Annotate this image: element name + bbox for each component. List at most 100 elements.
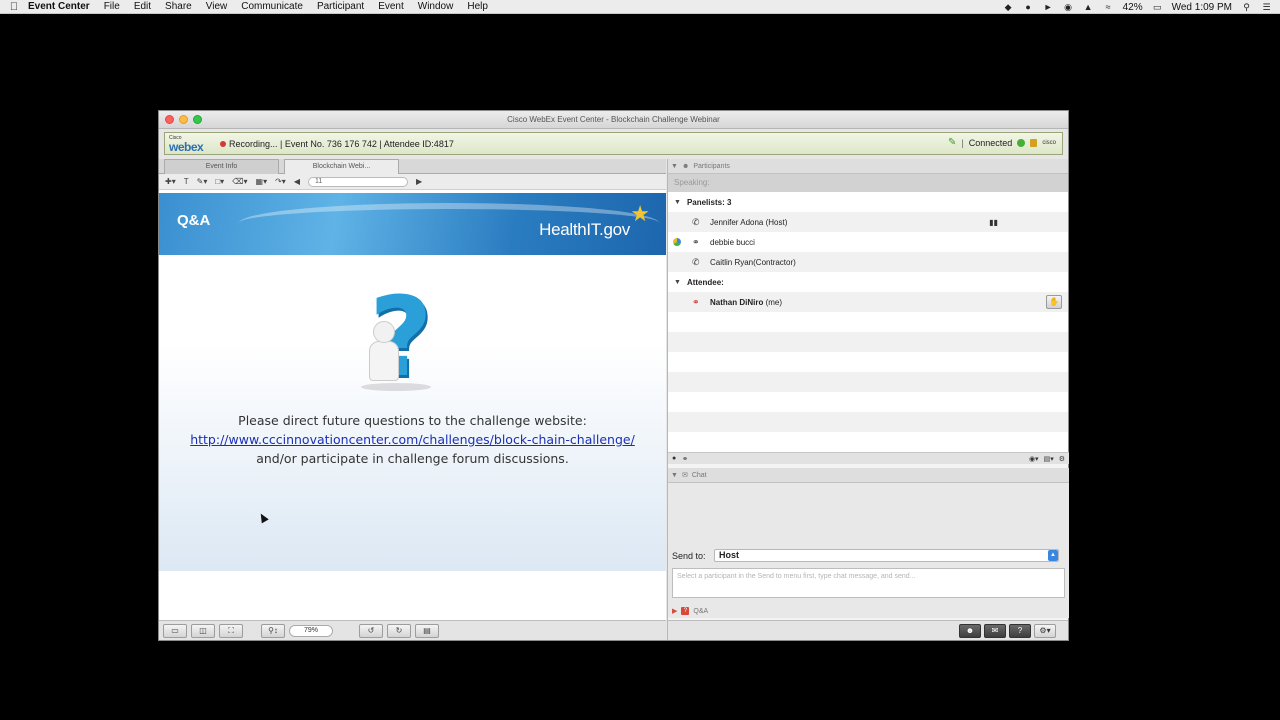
connection-text: Connected xyxy=(968,137,1013,148)
participant-name: debbie bucci xyxy=(710,237,755,247)
list-options-icon[interactable]: ▤▾ xyxy=(1044,455,1054,463)
close-window-button[interactable] xyxy=(165,115,174,124)
participant-row-me[interactable]: ⚭ Nathan DiNiro (me) ✋ xyxy=(668,292,1068,312)
menubar-status-area: ◆ ● ► ◉ ▲ ≈ 42% ▭ Wed 1:09 PM ⚲ ☰ xyxy=(1003,0,1272,14)
send-to-select[interactable]: Host ▲ xyxy=(714,549,1059,562)
text-tool-icon[interactable]: T xyxy=(184,177,189,186)
panelists-group[interactable]: ▼ Panelists: 3 xyxy=(668,192,1068,212)
pen-tool-icon[interactable]: ✎▾ xyxy=(197,177,208,186)
window-controls xyxy=(165,115,202,124)
status-text: Recording... | Event No. 736 176 742 | A… xyxy=(229,138,454,149)
menubar-clock[interactable]: Wed 1:09 PM xyxy=(1172,2,1232,13)
content-viewer-pane: Event Info Blockchain Webi... ✚▾ T ✎▾ □▾… xyxy=(159,159,666,622)
full-screen-button[interactable]: ⛶ xyxy=(219,623,243,638)
mute-icon[interactable]: ● xyxy=(672,455,676,462)
menu-event[interactable]: Event xyxy=(378,1,404,12)
menu-share[interactable]: Share xyxy=(165,1,192,12)
expand-qa-icon[interactable]: ▶ xyxy=(672,607,677,615)
participants-panel-button[interactable]: ☻ xyxy=(959,624,981,638)
chat-panel: ▼ ✉ Chat Send to: Host ▲ Select a partic… xyxy=(668,468,1069,618)
webex-window: Cisco WebEx Event Center - Blockchain Ch… xyxy=(158,110,1069,641)
menu-window[interactable]: Window xyxy=(418,1,454,12)
panel-options-gear-icon[interactable]: ⚙▾ xyxy=(1034,624,1056,638)
color-tool-icon[interactable]: ▦▾ xyxy=(256,177,268,186)
menu-view[interactable]: View xyxy=(206,1,228,12)
zoom-window-button[interactable] xyxy=(193,115,202,124)
slide-body-text: Please direct future questions to the ch… xyxy=(159,411,666,468)
chat-panel-button[interactable]: ✉ xyxy=(984,624,1006,638)
panelists-label: Panelists: 3 xyxy=(686,197,732,207)
status-icon-4[interactable]: ◉ xyxy=(1063,2,1074,13)
battery-percent[interactable]: 42% xyxy=(1123,2,1143,13)
raise-hand-button[interactable]: ✋ xyxy=(1046,295,1062,309)
expand-attendee-icon[interactable]: ▼ xyxy=(674,279,681,286)
audio-level-icon: ▮▮ xyxy=(989,217,998,227)
mac-menubar:  Event Center File Edit Share View Comm… xyxy=(0,0,1280,14)
eraser-tool-icon[interactable]: ⌫▾ xyxy=(232,177,247,186)
participant-name: Caitlin Ryan(Contractor) xyxy=(710,257,796,267)
tab-event-info[interactable]: Event Info xyxy=(164,159,279,174)
zoom-menu-button[interactable]: ⚲↕ xyxy=(261,623,285,638)
participants-panel-header[interactable]: ▼ ☻ Participants xyxy=(668,159,1068,174)
slide-line-1: Please direct future questions to the ch… xyxy=(238,413,587,428)
participant-row[interactable]: ⚭ debbie bucci xyxy=(668,232,1068,252)
status-icon-5[interactable]: ▲ xyxy=(1083,2,1094,12)
question-mark-illustration: ? xyxy=(361,273,459,401)
status-icon-1[interactable]: ◆ xyxy=(1003,2,1014,13)
side-view-button[interactable]: ◫ xyxy=(191,623,215,638)
wifi-icon[interactable]: ≈ xyxy=(1103,2,1114,12)
rotate-left-button[interactable]: ↺ xyxy=(359,623,383,638)
audio-icon[interactable]: ⚭ xyxy=(682,455,688,463)
attendee-group[interactable]: ▼ Attendee: xyxy=(668,272,1068,292)
page-number-field[interactable]: 11 xyxy=(307,176,408,187)
menu-edit[interactable]: Edit xyxy=(134,1,151,12)
shape-tool-icon[interactable]: □▾ xyxy=(215,177,224,186)
next-page-icon[interactable]: ▶ xyxy=(416,177,422,186)
participant-row[interactable]: ✆ Caitlin Ryan(Contractor) xyxy=(668,252,1068,272)
thumbnail-view-button[interactable]: ▭ xyxy=(163,623,187,638)
participant-list: ▼ Panelists: 3 ✆ Jennifer Adona (Host) ▮… xyxy=(668,192,1068,452)
figure-body xyxy=(369,341,399,381)
microphone-icon[interactable]: ✎ xyxy=(948,137,956,148)
viewer-bottom-toolbar: ▭ ◫ ⛶ ⚲↕ 79% ↺ ↻ ▤ xyxy=(159,620,666,640)
zoom-level-field[interactable]: 79% xyxy=(289,624,333,637)
window-title: Cisco WebEx Event Center - Blockchain Ch… xyxy=(507,115,720,124)
menu-file[interactable]: File xyxy=(104,1,120,12)
pointer-tool-icon[interactable]: ✚▾ xyxy=(165,177,176,186)
qa-panel-header[interactable]: ▶ ? Q&A xyxy=(668,605,1069,617)
slide-title: Q&A xyxy=(177,212,211,229)
battery-icon[interactable]: ▭ xyxy=(1152,2,1163,13)
collapse-chat-icon[interactable]: ▼ xyxy=(671,472,678,479)
arrow-tool-icon[interactable]: ↷▾ xyxy=(275,177,286,186)
expand-panelists-icon[interactable]: ▼ xyxy=(674,199,681,206)
headset-icon: ⚭ xyxy=(692,236,700,247)
send-to-label: Send to: xyxy=(672,551,706,561)
phone-icon: ✆ xyxy=(692,216,700,227)
participants-icon: ☻ xyxy=(681,162,690,170)
chat-message-input[interactable]: Select a participant in the Send to menu… xyxy=(672,568,1065,598)
notification-center-icon[interactable]: ☰ xyxy=(1261,2,1272,13)
apple-menu-icon[interactable]:  xyxy=(0,1,28,13)
settings-gear-icon[interactable]: ⚙ xyxy=(1059,455,1065,463)
challenge-website-link[interactable]: http://www.cccinnovationcenter.com/chall… xyxy=(159,430,666,449)
chat-panel-header[interactable]: ▼ ✉ Chat xyxy=(668,468,1069,483)
status-icon-3[interactable]: ► xyxy=(1043,2,1054,12)
menu-app-name[interactable]: Event Center xyxy=(28,1,90,12)
tab-blockchain-webinar[interactable]: Blockchain Webi... xyxy=(284,159,399,174)
video-options-icon[interactable]: ◉▾ xyxy=(1029,455,1039,463)
collapse-participants-icon[interactable]: ▼ xyxy=(671,163,678,170)
minimize-window-button[interactable] xyxy=(179,115,188,124)
menu-participant[interactable]: Participant xyxy=(317,1,364,12)
prev-page-icon[interactable]: ◀ xyxy=(294,177,300,186)
sync-display-button[interactable]: ▤ xyxy=(415,623,439,638)
chevron-updown-icon[interactable]: ▲ xyxy=(1048,550,1058,561)
menu-help[interactable]: Help xyxy=(467,1,488,12)
qa-icon: ? xyxy=(681,607,690,615)
qa-panel-button[interactable]: ? xyxy=(1009,624,1031,638)
rotate-right-button[interactable]: ↻ xyxy=(387,623,411,638)
menu-communicate[interactable]: Communicate xyxy=(241,1,303,12)
status-icon-2[interactable]: ● xyxy=(1023,2,1034,12)
spotlight-search-icon[interactable]: ⚲ xyxy=(1241,2,1252,13)
content-tabs: Event Info Blockchain Webi... xyxy=(159,159,666,174)
participant-row[interactable]: ✆ Jennifer Adona (Host) ▮▮ xyxy=(668,212,1068,232)
